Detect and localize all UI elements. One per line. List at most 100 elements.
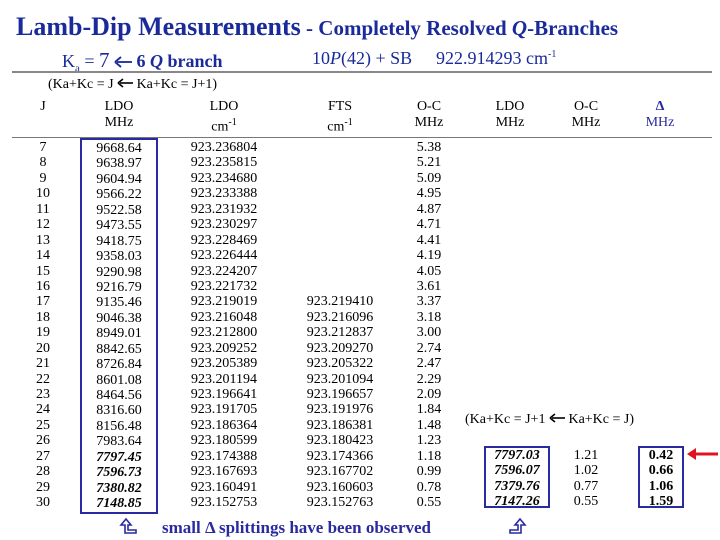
title-sub-b: -Branches (527, 16, 619, 40)
header-fts-sup: -1 (344, 117, 353, 128)
header-delta-2: MHz (645, 115, 675, 130)
header-oc2-2: MHz (571, 115, 601, 130)
ldo-cm-cell: 923.186364 (190, 417, 258, 433)
ldo-mhz-cell: 9418.75 (96, 233, 142, 249)
j-cell: 20 (36, 340, 50, 356)
oc-cell: 3.37 (416, 294, 442, 310)
header-fts: FTS cm-1 (292, 99, 388, 136)
fts-cell (292, 248, 388, 263)
column-delta: 0.42 0.66 1.06 1.59 (638, 446, 684, 510)
note-left: (Ka+Kc = J+1 (465, 412, 546, 427)
oc-cell: 1.48 (416, 417, 442, 433)
oc-cell: 1.18 (416, 448, 442, 464)
delta-cell: 0.66 (648, 463, 674, 479)
ldo-second-cell: 7797.03 (494, 448, 540, 463)
ldo-cm-cell: 923.228469 (190, 232, 258, 248)
header-delta-1: Δ (655, 99, 665, 114)
oc-cell: 0.55 (416, 495, 442, 511)
oc-cell: 0.78 (416, 479, 442, 495)
delta-cell: 0.42 (648, 448, 674, 463)
footer-b: splittings have been observed (214, 518, 432, 537)
ldo-mhz-cell: 8156.48 (96, 418, 142, 434)
left-arrow-icon (114, 56, 133, 68)
fts-cell: 923.167702 (306, 464, 374, 480)
ldo-mhz-cell: 8316.60 (96, 403, 142, 419)
j-cell: 27 (36, 448, 50, 464)
ldo-mhz-cell: 8842.65 (96, 341, 142, 357)
ldo-cm-cell: 923.235815 (190, 155, 258, 171)
fts-cell (292, 202, 388, 217)
ldo-second-cell: 7596.07 (494, 463, 540, 479)
ka-label: K (62, 51, 75, 71)
j-cell: 19 (36, 325, 50, 341)
ldo-mhz-cell: 8949.01 (96, 326, 142, 342)
fts-cell (292, 186, 388, 201)
ldo-cm-cell: 923.180599 (190, 433, 258, 449)
header-oc2-1: O-C (573, 99, 599, 114)
ldo-cm-cell: 923.174388 (190, 448, 258, 464)
title-sep: - (300, 16, 319, 40)
ldo-cm-cell: 923.221732 (190, 278, 258, 294)
freq-sup: -1 (548, 49, 557, 60)
ldo-mhz-cell: 9566.22 (96, 187, 142, 203)
ka-seven: 7 (99, 48, 110, 72)
j-cell: 22 (36, 371, 50, 387)
branch-label: branch (163, 51, 223, 71)
ldo-cm-cell: 923.152753 (190, 495, 258, 511)
ldo-cm-cell: 923.205389 (190, 356, 258, 372)
fts-cell: 923.174366 (306, 448, 374, 464)
ldo-mhz-cell: 8601.08 (96, 372, 142, 388)
j-cell: 21 (36, 356, 50, 372)
ldo-mhz-cell: 9638.97 (96, 156, 142, 172)
ldo-mhz-cell: 7797.45 (96, 449, 142, 465)
oc-cell: 2.09 (416, 387, 442, 402)
header-fts-1: FTS (327, 99, 353, 114)
ldo-cm-cell: 923.226444 (190, 248, 258, 264)
ldo-mhz-cell: 7380.82 (96, 480, 142, 496)
footer-delta: Δ (204, 518, 215, 537)
ldo-cm-cell: 923.233388 (190, 186, 258, 202)
header-ldo-mhz: LDO MHz (80, 99, 158, 131)
j-cell: 11 (36, 201, 50, 217)
branch-label-first: (Ka+Kc = J Ka+Kc = J+1) (48, 77, 217, 93)
j-cell: 18 (36, 309, 50, 325)
header-ldo2-2: MHz (495, 115, 525, 130)
branch-label-second: (Ka+Kc = J+1 Ka+Kc = J) (465, 412, 634, 428)
j-cell: 14 (36, 248, 50, 264)
fts-cell (292, 155, 388, 170)
oc-cell: 3.18 (416, 309, 442, 325)
fts-cell: 923.209270 (306, 340, 374, 356)
j-cell: 30 (36, 495, 50, 511)
j-cell: 8 (39, 155, 47, 171)
fts-cell: 923.216096 (306, 309, 374, 325)
j-cell: 16 (36, 278, 50, 294)
delta-cell: 1.59 (648, 494, 674, 510)
delta-cell: 1.06 (648, 478, 674, 494)
j-cell: 23 (36, 387, 50, 402)
oc-cell: 2.47 (416, 356, 442, 372)
ldo-cm-cell: 923.167693 (190, 464, 258, 480)
oc-cell: 3.00 (416, 325, 442, 341)
oc-second-cell: 0.55 (573, 494, 599, 510)
ldo-mhz-cell: 9358.03 (96, 249, 142, 265)
fts-cell: 923.160603 (306, 479, 374, 495)
page-title: Lamb-Dip Measurements - Completely Resol… (16, 12, 618, 42)
column-fts: 923.219410 923.216096 923.212837 923.209270… (292, 140, 388, 511)
ldo-cm-cell: 923.216048 (190, 309, 258, 325)
branch-right: Ka+Kc = J+1) (133, 77, 218, 92)
branch-left: (Ka+Kc = J (48, 77, 114, 92)
ldo-mhz-cell: 9473.55 (96, 218, 142, 234)
title-divider (12, 71, 712, 73)
j-cell: 7 (39, 140, 47, 155)
ldo-cm-cell: 923.212800 (190, 325, 258, 341)
red-arrow-icon (687, 448, 718, 460)
fts-cell (292, 279, 388, 294)
band-label: 10P(42) + SB (312, 48, 412, 69)
header-j: J (22, 99, 64, 115)
fts-cell: 923.201094 (306, 371, 374, 387)
ka-six: 6 (132, 51, 151, 71)
j-cell: 17 (36, 294, 50, 310)
ldo-mhz-cell: 7148.85 (96, 496, 142, 512)
ldo-cm-cell: 923.160491 (190, 479, 258, 495)
up-arrow-icon (119, 517, 137, 534)
